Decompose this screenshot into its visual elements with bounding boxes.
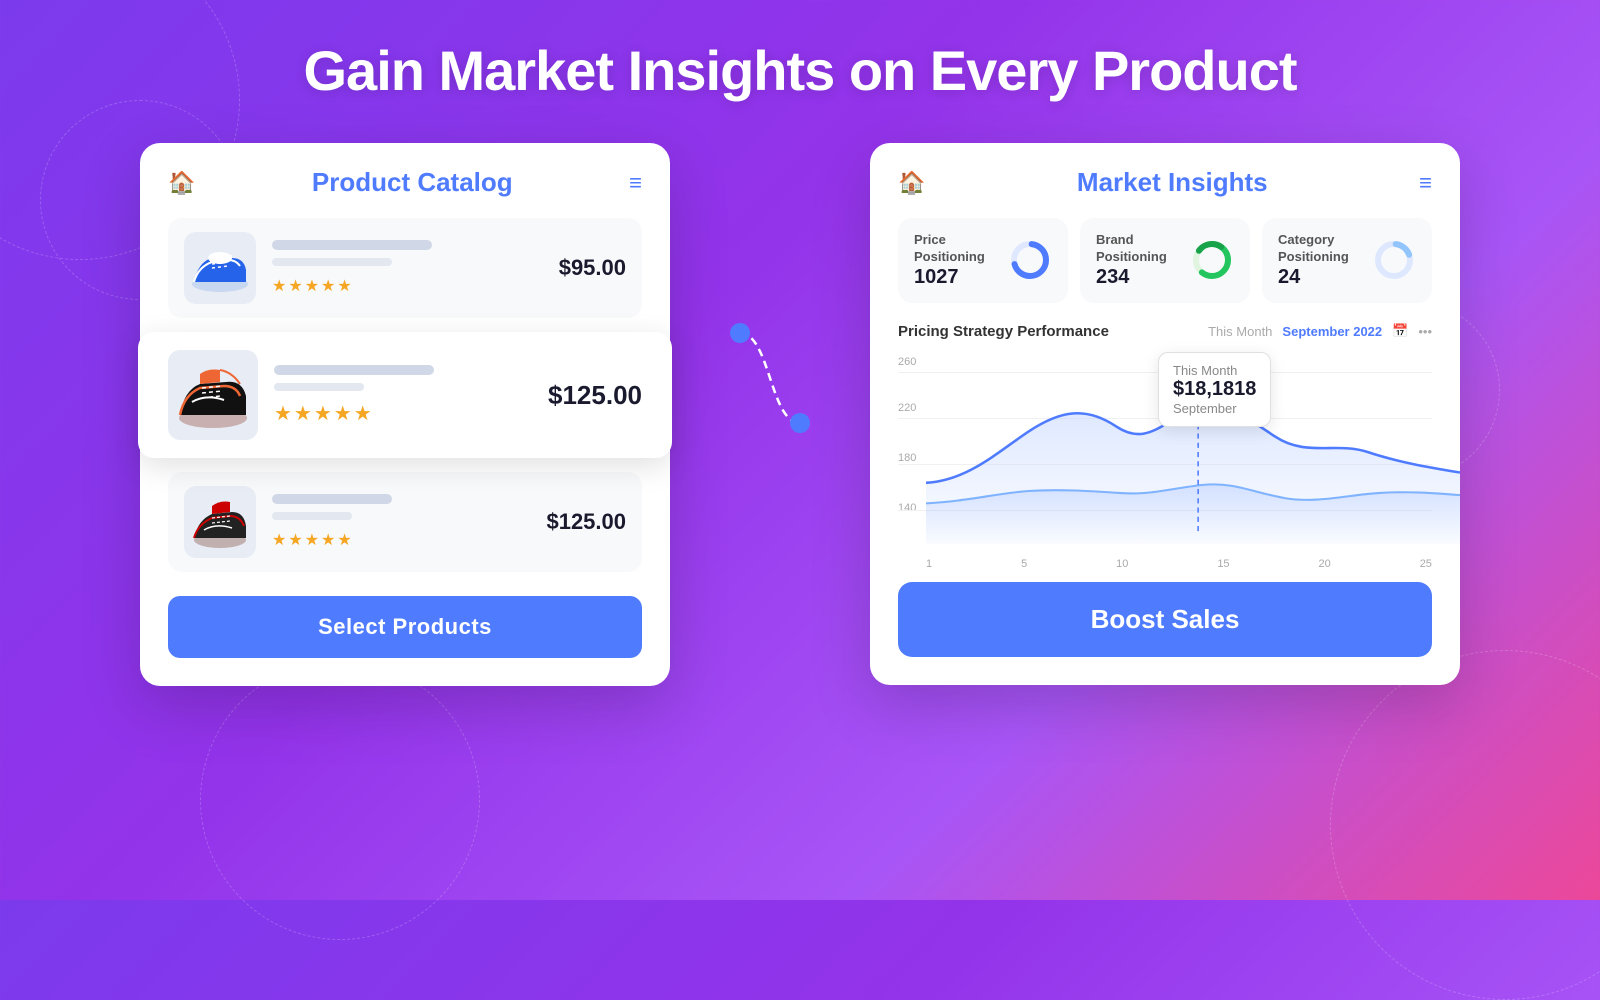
donut-brand (1190, 238, 1234, 282)
product-stars-1: ★★★★★ (272, 276, 543, 296)
select-products-button[interactable]: Select Products (168, 596, 642, 658)
metric-category-positioning: Category Positioning 24 (1262, 218, 1432, 303)
donut-price (1008, 238, 1052, 282)
panel-header-right: 🏠 Market Insights ≡ (898, 167, 1432, 198)
market-insights-panel: 🏠 Market Insights ≡ Price Positioning 10… (870, 143, 1460, 685)
product-item-1: ★★★★★ $95.00 (168, 218, 642, 318)
y-label-140: 140 (898, 502, 916, 514)
product-catalog-title: Product Catalog (312, 167, 513, 198)
product-stars-2: ★★★★★ (274, 401, 532, 426)
metric-value-brand: 234 (1096, 266, 1180, 289)
panels-container: 🏠 Product Catalog ≡ (0, 143, 1600, 686)
chart-tooltip: This Month $18,1818 September (1158, 352, 1271, 427)
x-label-10: 10 (1116, 558, 1128, 570)
menu-icon-left[interactable]: ≡ (629, 170, 642, 196)
home-icon-left: 🏠 (168, 170, 195, 196)
product-price-2: $125.00 (548, 380, 642, 411)
metric-label-category: Category Positioning (1278, 232, 1362, 266)
product-item-2: ★★★★★ $125.00 (138, 332, 672, 458)
x-label-5: 5 (1021, 558, 1027, 570)
product-sub-bar-2 (274, 383, 364, 391)
metric-price-positioning: Price Positioning 1027 (898, 218, 1068, 303)
page-headline: Gain Market Insights on Every Product (0, 38, 1600, 103)
product-catalog-panel: 🏠 Product Catalog ≡ (140, 143, 670, 686)
x-axis-labels: 1 5 10 15 20 25 (926, 558, 1432, 570)
metric-info-price: Price Positioning 1027 (914, 232, 998, 289)
metric-info-brand: Brand Positioning 234 (1096, 232, 1180, 289)
product-name-bar-1 (272, 240, 432, 250)
product-name-bar-2 (274, 365, 434, 375)
tooltip-label: This Month (1173, 363, 1256, 378)
product-info-2: ★★★★★ (274, 365, 532, 426)
product-info-3: ★★★★★ (272, 494, 530, 550)
y-label-220: 220 (898, 402, 916, 414)
product-price-1: $95.00 (559, 255, 626, 281)
chart-header: Pricing Strategy Performance This Month … (898, 323, 1432, 340)
product-stars-3: ★★★★★ (272, 530, 530, 550)
donut-category (1372, 238, 1416, 282)
tooltip-value: $18,1818 (1173, 378, 1256, 401)
period-active[interactable]: September 2022 (1282, 324, 1382, 339)
x-label-25: 25 (1420, 558, 1432, 570)
market-insights-title: Market Insights (1077, 167, 1268, 198)
chart-title: Pricing Strategy Performance (898, 323, 1109, 340)
x-label-1: 1 (926, 558, 932, 570)
metrics-row: Price Positioning 1027 Brand Positioning… (898, 218, 1432, 303)
y-label-260: 260 (898, 356, 916, 368)
metric-label-price: Price Positioning (914, 232, 998, 266)
connector-arrow (730, 323, 810, 523)
tooltip-month: September (1173, 401, 1256, 416)
y-label-180: 180 (898, 452, 916, 464)
product-item-3: ★★★★★ $125.00 (168, 472, 642, 572)
pricing-chart: 260 220 180 140 (898, 352, 1432, 552)
x-label-20: 20 (1319, 558, 1331, 570)
menu-icon-right[interactable]: ≡ (1419, 170, 1432, 196)
product-price-3: $125.00 (546, 509, 626, 535)
more-icon[interactable]: ••• (1418, 324, 1432, 339)
metric-label-brand: Brand Positioning (1096, 232, 1180, 266)
product-name-bar-3 (272, 494, 392, 504)
product-image-3 (184, 486, 256, 558)
calendar-icon[interactable]: 📅 (1392, 323, 1408, 339)
period-inactive[interactable]: This Month (1208, 324, 1272, 339)
panel-header-left: 🏠 Product Catalog ≡ (168, 167, 642, 198)
boost-sales-button[interactable]: Boost Sales (898, 582, 1432, 657)
home-icon-right: 🏠 (898, 170, 925, 196)
chart-controls: This Month September 2022 📅 ••• (1208, 323, 1432, 339)
product-image-2 (168, 350, 258, 440)
product-info-1: ★★★★★ (272, 240, 543, 296)
product-image-1 (184, 232, 256, 304)
metric-brand-positioning: Brand Positioning 234 (1080, 218, 1250, 303)
product-sub-bar-1 (272, 258, 392, 266)
metric-value-price: 1027 (914, 266, 998, 289)
product-sub-bar-3 (272, 512, 352, 520)
x-label-15: 15 (1217, 558, 1229, 570)
metric-info-category: Category Positioning 24 (1278, 232, 1362, 289)
metric-value-category: 24 (1278, 266, 1362, 289)
